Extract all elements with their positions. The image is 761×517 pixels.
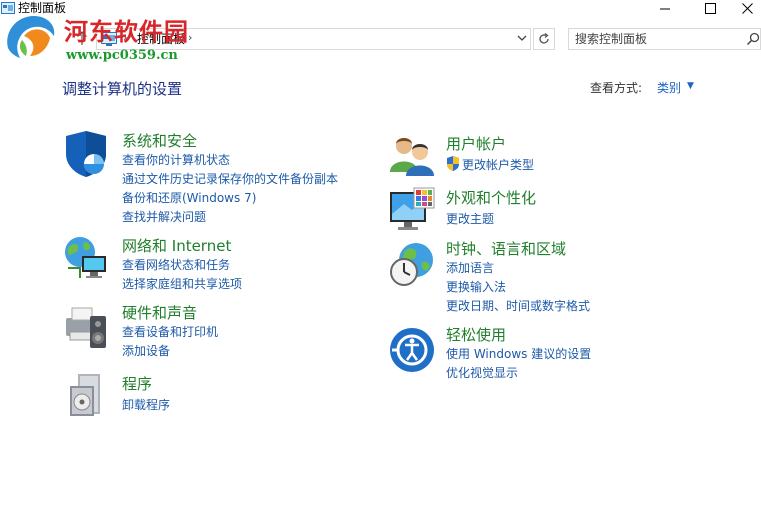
category-user-accounts[interactable]: 用户帐户 xyxy=(446,133,506,154)
category-clock-language-region[interactable]: 时钟、语言和区域 xyxy=(446,238,566,259)
category-appearance[interactable]: 外观和个性化 xyxy=(446,187,536,208)
category-ease-of-access[interactable]: 轻松使用 xyxy=(446,324,506,345)
address-dropdown-button[interactable] xyxy=(517,31,527,48)
category-hardware-sound[interactable]: 硬件和声音 xyxy=(122,302,197,323)
minimize-icon xyxy=(660,8,670,9)
minimize-button[interactable] xyxy=(643,0,688,16)
watermark-site-name: 河东软件园 xyxy=(64,17,189,46)
printer-speaker-icon[interactable] xyxy=(62,302,110,350)
link-change-theme[interactable]: 更改主题 xyxy=(446,210,494,227)
link-add-device[interactable]: 添加设备 xyxy=(122,342,170,359)
watermark-logo-icon xyxy=(7,16,55,58)
user-accounts-icon[interactable] xyxy=(388,130,436,178)
link-change-input-method[interactable]: 更换输入法 xyxy=(446,278,506,295)
link-devices-printers[interactable]: 查看设备和打印机 xyxy=(122,323,218,340)
appearance-icon[interactable] xyxy=(388,186,436,234)
link-change-account-type[interactable]: 更改帐户类型 xyxy=(462,156,534,173)
ease-of-access-icon[interactable] xyxy=(388,326,436,374)
search-input[interactable] xyxy=(571,30,749,48)
link-file-history[interactable]: 通过文件历史记录保存你的文件备份副本 xyxy=(122,170,338,187)
network-globe-icon[interactable] xyxy=(62,234,110,282)
view-by-dropdown[interactable]: 类别 xyxy=(657,79,681,96)
watermark-url: www.pc0359.cn xyxy=(66,48,178,63)
link-homegroup[interactable]: 选择家庭组和共享选项 xyxy=(122,275,242,292)
uac-shield-icon xyxy=(447,156,459,171)
link-change-date-time-format[interactable]: 更改日期、时间或数字格式 xyxy=(446,297,590,314)
link-view-computer-status[interactable]: 查看你的计算机状态 xyxy=(122,151,230,168)
link-troubleshoot[interactable]: 查找并解决问题 xyxy=(122,208,206,225)
link-optimize-visual-display[interactable]: 优化视觉显示 xyxy=(446,364,518,381)
refresh-button[interactable] xyxy=(533,28,555,50)
security-shield-icon[interactable] xyxy=(62,130,110,178)
search-icon[interactable] xyxy=(746,32,760,46)
link-recommended-settings[interactable]: 使用 Windows 建议的设置 xyxy=(446,345,591,362)
caret-down-icon[interactable]: ▼ xyxy=(687,81,694,91)
view-by-label: 查看方式: xyxy=(590,81,643,95)
chevron-down-icon xyxy=(517,35,527,41)
close-button[interactable] xyxy=(733,0,761,16)
category-programs[interactable]: 程序 xyxy=(122,373,152,394)
category-system-security[interactable]: 系统和安全 xyxy=(122,130,197,151)
search-box[interactable] xyxy=(568,28,761,50)
link-network-status[interactable]: 查看网络状态和任务 xyxy=(122,256,230,273)
clock-globe-icon[interactable] xyxy=(388,240,436,288)
link-backup-restore[interactable]: 备份和还原(Windows 7) xyxy=(122,189,256,206)
category-network-internet[interactable]: 网络和 Internet xyxy=(122,235,231,256)
refresh-icon xyxy=(539,33,549,44)
link-add-language[interactable]: 添加语言 xyxy=(446,259,494,276)
link-uninstall-program[interactable]: 卸载程序 xyxy=(122,396,170,413)
close-icon xyxy=(741,2,753,14)
page-title: 调整计算机的设置 xyxy=(62,80,183,98)
programs-icon[interactable] xyxy=(62,372,110,420)
maximize-button[interactable] xyxy=(688,0,733,16)
maximize-icon xyxy=(705,2,716,14)
